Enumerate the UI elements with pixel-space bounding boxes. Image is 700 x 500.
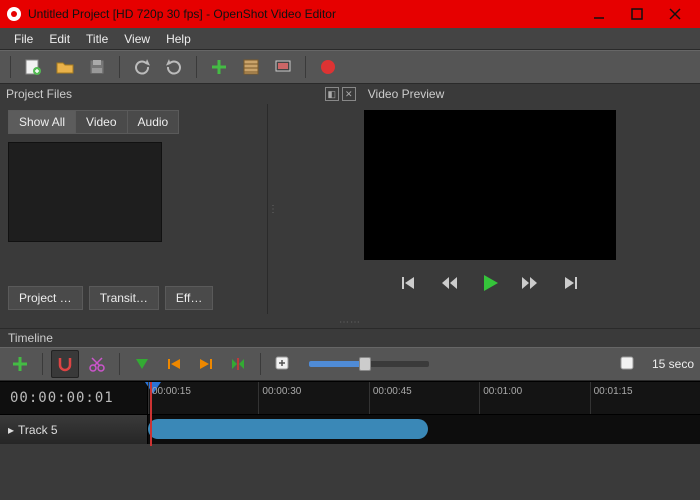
- ruler-tick: 00:00:45: [373, 386, 412, 397]
- timeline-ruler[interactable]: 00:00:15 00:00:30 00:00:45 00:01:00 00:0…: [148, 382, 700, 414]
- add-track-icon[interactable]: [6, 350, 34, 378]
- project-file-thumbnail[interactable]: [8, 142, 162, 242]
- filter-audio[interactable]: Audio: [128, 110, 180, 134]
- track-name: Track 5: [18, 423, 58, 437]
- video-preview-label: Video Preview: [368, 87, 445, 101]
- timeline-label: Timeline: [0, 328, 700, 347]
- playhead-line: [150, 382, 152, 446]
- ruler-tick: 00:00:15: [152, 386, 191, 397]
- video-preview-canvas[interactable]: [364, 110, 616, 260]
- rewind-icon[interactable]: [439, 272, 461, 294]
- zoom-slider[interactable]: [309, 361, 429, 367]
- import-files-icon[interactable]: [205, 53, 233, 81]
- export-video-icon[interactable]: [314, 53, 342, 81]
- timeline-toolbar: 15 seco: [0, 347, 700, 381]
- panel-drag-handle[interactable]: ⋮: [268, 204, 279, 215]
- filter-video[interactable]: Video: [76, 110, 127, 134]
- window-title: Untitled Project [HD 720p 30 fps] - Open…: [28, 7, 580, 21]
- save-project-icon[interactable]: [83, 53, 111, 81]
- panel-detach-icon[interactable]: ◧: [325, 87, 339, 101]
- close-button[interactable]: [656, 0, 694, 28]
- project-files-panel: Show All Video Audio Project … Transit… …: [0, 104, 268, 314]
- minimize-button[interactable]: [580, 0, 618, 28]
- project-files-label: Project Files: [6, 87, 72, 101]
- timeline-area: 00:00:00:01 00:00:15 00:00:30 00:00:45 0…: [0, 381, 700, 444]
- panel-headers: Project Files ◧ ✕ Video Preview: [0, 84, 700, 104]
- track-area[interactable]: [148, 415, 700, 444]
- open-project-icon[interactable]: [51, 53, 79, 81]
- filter-show-all[interactable]: Show All: [8, 110, 76, 134]
- ruler-tick: 00:01:00: [483, 386, 522, 397]
- ruler-tick: 00:00:30: [262, 386, 301, 397]
- menu-file[interactable]: File: [6, 30, 41, 48]
- redo-icon[interactable]: [160, 53, 188, 81]
- jump-end-icon[interactable]: [559, 272, 581, 294]
- new-project-icon[interactable]: [19, 53, 47, 81]
- snapping-icon[interactable]: [51, 350, 79, 378]
- zoom-tool-icon[interactable]: [269, 350, 297, 378]
- fast-forward-icon[interactable]: [519, 272, 541, 294]
- menu-view[interactable]: View: [116, 30, 158, 48]
- maximize-button[interactable]: [618, 0, 656, 28]
- tab-project-files[interactable]: Project …: [8, 286, 83, 310]
- menu-title[interactable]: Title: [78, 30, 116, 48]
- zoom-mode-icon[interactable]: [614, 350, 642, 378]
- video-preview-panel: [279, 104, 700, 314]
- tab-effects[interactable]: Eff…: [165, 286, 213, 310]
- tab-transitions[interactable]: Transit…: [89, 286, 159, 310]
- panel-close-icon[interactable]: ✕: [342, 87, 356, 101]
- choose-profile-icon[interactable]: [237, 53, 265, 81]
- timecode-display[interactable]: 00:00:00:01: [0, 382, 148, 414]
- center-playhead-icon[interactable]: [224, 350, 252, 378]
- menubar: File Edit Title View Help: [0, 28, 700, 50]
- previous-marker-icon[interactable]: [160, 350, 188, 378]
- fullscreen-icon[interactable]: [269, 53, 297, 81]
- transport-controls: [399, 272, 581, 294]
- app-logo-icon: [6, 6, 22, 22]
- zoom-value: 15 seco: [652, 357, 694, 371]
- titlebar: Untitled Project [HD 720p 30 fps] - Open…: [0, 0, 700, 28]
- jump-start-icon[interactable]: [399, 272, 421, 294]
- menu-edit[interactable]: Edit: [41, 30, 78, 48]
- track-header[interactable]: ▸ Track 5: [0, 415, 148, 444]
- main-toolbar: [0, 50, 700, 84]
- ruler-tick: 00:01:15: [594, 386, 633, 397]
- timeline-clip[interactable]: [148, 419, 428, 439]
- play-icon[interactable]: [479, 272, 501, 294]
- razor-icon[interactable]: [83, 350, 111, 378]
- add-marker-icon[interactable]: [128, 350, 156, 378]
- menu-help[interactable]: Help: [158, 30, 199, 48]
- next-marker-icon[interactable]: [192, 350, 220, 378]
- undo-icon[interactable]: [128, 53, 156, 81]
- horizontal-drag-handle[interactable]: ⋯⋯: [339, 317, 361, 328]
